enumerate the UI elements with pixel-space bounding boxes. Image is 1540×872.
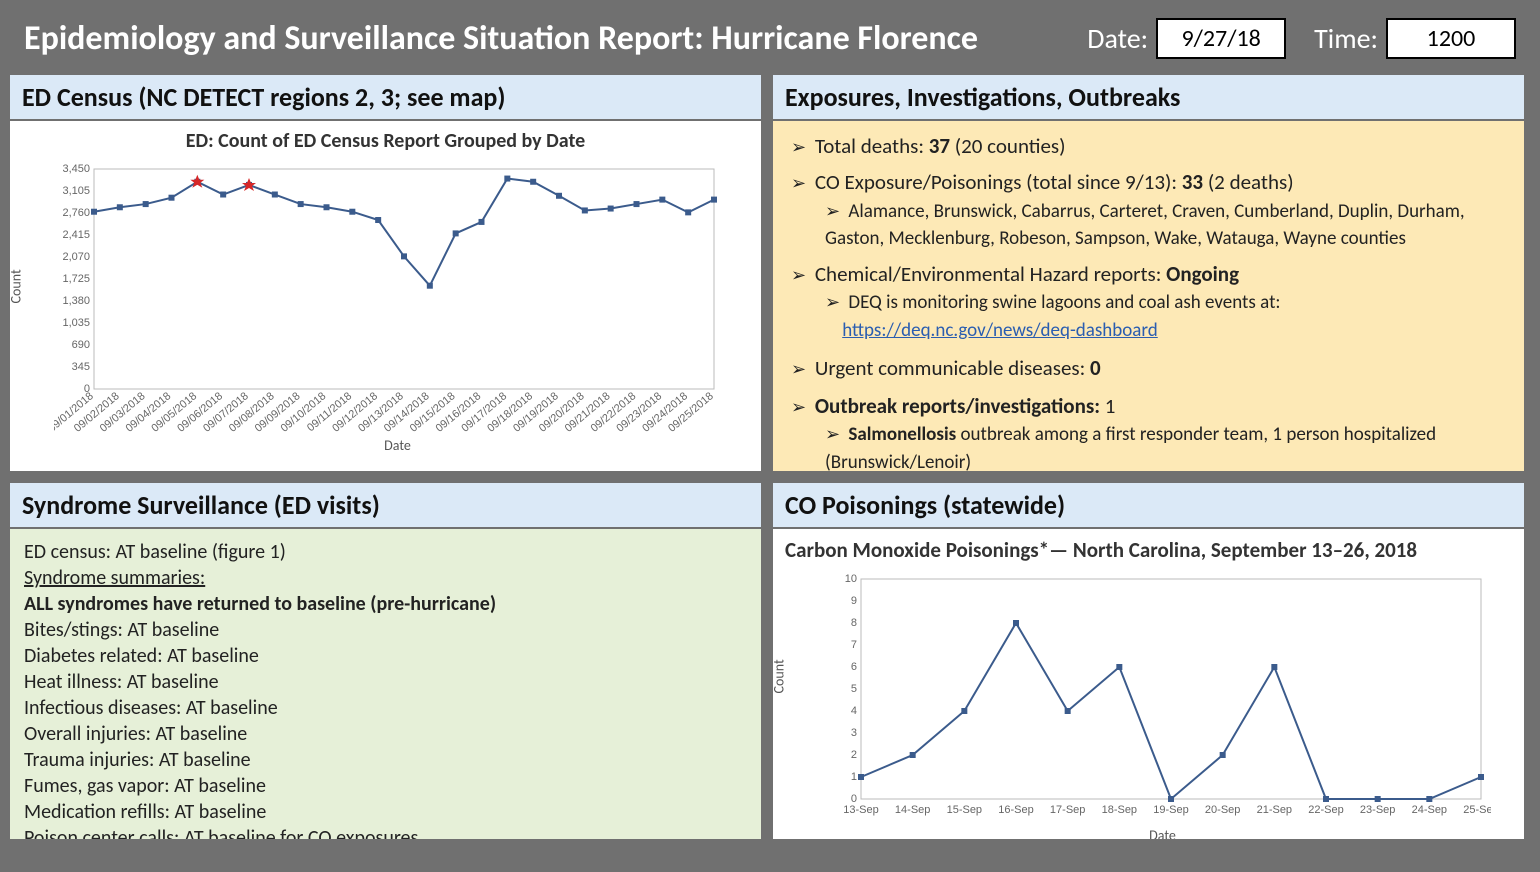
co-chart: 01234567891013-Sep14-Sep15-Sep16-Sep17-S… (821, 569, 1491, 829)
syndrome-item: Overall injuries: AT baseline (24, 721, 747, 747)
ed-chart-title: ED: Count of ED Census Report Grouped by… (10, 121, 761, 155)
co-chart-title: Carbon Monoxide Poisonings*— North Carol… (773, 529, 1524, 565)
syndrome-item: Fumes, gas vapor: AT baseline (24, 773, 747, 799)
exposures-outbreak: ➢ Outbreak reports/investigations: 1 ➢ S… (791, 391, 1506, 471)
svg-text:17-Sep: 17-Sep (1050, 804, 1085, 816)
panel-exposures: Exposures, Investigations, Outbreaks ➢ T… (771, 73, 1526, 473)
svg-text:345: 345 (72, 361, 90, 373)
svg-text:8: 8 (851, 617, 857, 629)
svg-text:6: 6 (851, 661, 857, 673)
syndrome-item: Diabetes related: AT baseline (24, 643, 747, 669)
syndrome-line2: Syndrome summaries: (24, 565, 747, 591)
ed-chart-xlabel: Date (54, 437, 741, 454)
svg-text:18-Sep: 18-Sep (1102, 804, 1137, 816)
svg-text:3,450: 3,450 (62, 163, 90, 175)
time-input[interactable] (1386, 18, 1516, 59)
syndrome-line3: ALL syndromes have returned to baseline … (24, 591, 747, 617)
svg-text:2,415: 2,415 (62, 229, 90, 241)
date-label: Date: (1087, 21, 1148, 56)
svg-text:1,035: 1,035 (62, 317, 90, 329)
exposures-chem: ➢ Chemical/Environmental Hazard reports:… (791, 259, 1506, 345)
syndrome-item: Trauma injuries: AT baseline (24, 747, 747, 773)
syndrome-item: Infectious diseases: AT baseline (24, 695, 747, 721)
panel-header-ed: ED Census (NC DETECT regions 2, 3; see m… (10, 75, 761, 121)
exposures-co: ➢ CO Exposure/Poisonings (total since 9/… (791, 167, 1506, 253)
syndrome-item: Heat illness: AT baseline (24, 669, 747, 695)
deq-dashboard-link[interactable]: https://deq.nc.gov/news/deq-dashboard (842, 319, 1158, 342)
panel-co: CO Poisonings (statewide) Carbon Monoxid… (771, 481, 1526, 841)
svg-text:690: 690 (72, 339, 90, 351)
svg-text:9: 9 (851, 595, 857, 607)
panel-syndrome: Syndrome Surveillance (ED visits) ED cen… (8, 481, 763, 841)
svg-text:1,380: 1,380 (62, 295, 90, 307)
title-bar: Epidemiology and Surveillance Situation … (8, 8, 1532, 69)
svg-text:4: 4 (851, 705, 857, 717)
svg-text:1: 1 (851, 771, 857, 783)
co-chart-ylabel: Count (773, 659, 788, 693)
svg-text:13-Sep: 13-Sep (843, 804, 878, 816)
panel-header-syndrome: Syndrome Surveillance (ED visits) (10, 483, 761, 529)
svg-text:25-Sep: 25-Sep (1463, 804, 1491, 816)
syndrome-item: Poison center calls: AT baseline for CO … (24, 825, 747, 839)
svg-text:3: 3 (851, 727, 857, 739)
panel-header-co: CO Poisonings (statewide) (773, 483, 1524, 529)
svg-text:22-Sep: 22-Sep (1308, 804, 1343, 816)
svg-text:24-Sep: 24-Sep (1412, 804, 1447, 816)
svg-text:2: 2 (851, 749, 857, 761)
exposures-chem-sub: ➢ DEQ is monitoring swine lagoons and co… (825, 289, 1506, 344)
exposures-urgent: ➢ Urgent communicable diseases: 0 (791, 353, 1506, 383)
svg-text:20-Sep: 20-Sep (1205, 804, 1240, 816)
svg-text:16-Sep: 16-Sep (998, 804, 1033, 816)
date-input[interactable] (1156, 18, 1286, 59)
ed-chart-ylabel: Count (10, 269, 25, 303)
panel-ed-census: ED Census (NC DETECT regions 2, 3; see m… (8, 73, 763, 473)
svg-text:3,105: 3,105 (62, 185, 90, 197)
svg-text:2,070: 2,070 (62, 251, 90, 263)
time-label: Time: (1314, 21, 1378, 56)
svg-text:19-Sep: 19-Sep (1153, 804, 1188, 816)
page-title: Epidemiology and Surveillance Situation … (24, 18, 1071, 59)
exposures-co-counties: ➢ Alamance, Brunswick, Cabarrus, Cartere… (825, 198, 1506, 253)
co-chart-xlabel: Date (821, 827, 1504, 839)
svg-text:15-Sep: 15-Sep (947, 804, 982, 816)
svg-text:7: 7 (851, 639, 857, 651)
exposures-deaths: ➢ Total deaths: 37 (20 counties) (791, 131, 1506, 161)
svg-text:5: 5 (851, 683, 857, 695)
svg-text:2,760: 2,760 (62, 207, 90, 219)
svg-text:14-Sep: 14-Sep (895, 804, 930, 816)
svg-text:21-Sep: 21-Sep (1257, 804, 1292, 816)
exposures-outbreak-sub: ➢ Salmonellosis outbreak among a first r… (825, 421, 1506, 471)
syndrome-item: Bites/stings: AT baseline (24, 617, 747, 643)
panel-header-exposures: Exposures, Investigations, Outbreaks (773, 75, 1524, 121)
syndrome-line1: ED census: AT baseline (figure 1) (24, 539, 747, 565)
svg-text:1,725: 1,725 (62, 273, 90, 285)
svg-text:10: 10 (845, 573, 857, 585)
svg-text:23-Sep: 23-Sep (1360, 804, 1395, 816)
syndrome-item: Medication refills: AT baseline (24, 799, 747, 825)
ed-chart: 03456901,0351,3801,7252,0702,4152,7603,1… (54, 159, 724, 439)
